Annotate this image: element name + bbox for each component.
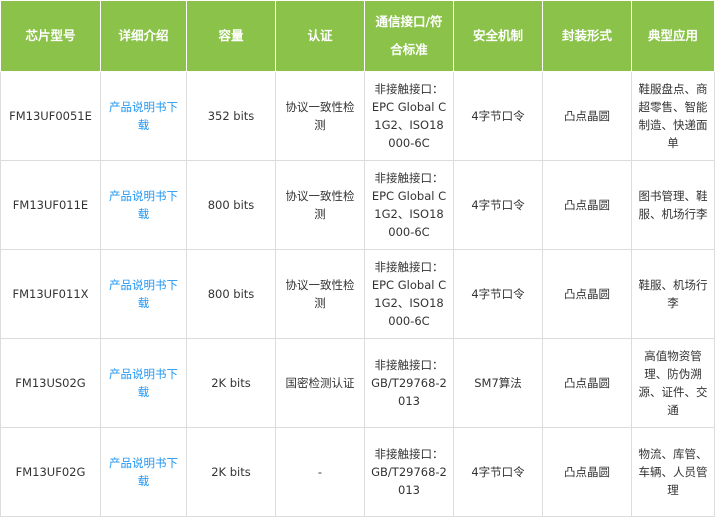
cell-security: 4字节口令 [453, 249, 543, 339]
cell-model: FM13UF0051E [0, 71, 101, 161]
header-application: 典型应用 [631, 0, 715, 72]
table-body: FM13UF0051E 产品说明书下载 352 bits 协议一致性检测 非接触… [0, 71, 715, 517]
cell-interface: 非接触接口：GB/T29768-2013 [364, 338, 454, 428]
chip-spec-table: 芯片型号 详细介绍 容量 认证 通信接口/符合标准 安全机制 封装形式 典型应用… [0, 0, 715, 517]
datasheet-download-link[interactable]: 产品说明书下载 [109, 278, 178, 310]
cell-application: 图书管理、鞋服、机场行李 [631, 160, 715, 250]
cell-model: FM13US02G [0, 338, 101, 428]
cell-interface: 非接触接口：EPC Global C1G2、ISO18000-6C [364, 249, 454, 339]
header-details: 详细介绍 [100, 0, 187, 72]
cell-intro: 产品说明书下载 [100, 71, 187, 161]
header-capacity: 容量 [186, 0, 276, 72]
table-row: FM13UF02G 产品说明书下载 2K bits - 非接触接口：GB/T29… [0, 427, 715, 517]
cell-package: 凸点晶圆 [542, 249, 632, 339]
cell-capacity: 2K bits [186, 338, 276, 428]
cell-application: 物流、库管、车辆、人员管理 [631, 427, 715, 517]
cell-capacity: 800 bits [186, 249, 276, 339]
cell-security: 4字节口令 [453, 71, 543, 161]
cell-security: 4字节口令 [453, 160, 543, 250]
header-certification: 认证 [275, 0, 365, 72]
datasheet-download-link[interactable]: 产品说明书下载 [109, 456, 178, 488]
cell-certification: 国密检测认证 [275, 338, 365, 428]
table-row: FM13UF0051E 产品说明书下载 352 bits 协议一致性检测 非接触… [0, 71, 715, 161]
cell-model: FM13UF02G [0, 427, 101, 517]
header-package: 封装形式 [542, 0, 632, 72]
cell-intro: 产品说明书下载 [100, 427, 187, 517]
cell-intro: 产品说明书下载 [100, 249, 187, 339]
cell-capacity: 352 bits [186, 71, 276, 161]
cell-package: 凸点晶圆 [542, 71, 632, 161]
header-chip-model: 芯片型号 [0, 0, 101, 72]
datasheet-download-link[interactable]: 产品说明书下载 [109, 189, 178, 221]
cell-application: 高值物资管理、防伪溯源、证件、交通 [631, 338, 715, 428]
header-security: 安全机制 [453, 0, 543, 72]
cell-interface: 非接触接口：EPC Global C1G2、ISO18000-6C [364, 160, 454, 250]
cell-package: 凸点晶圆 [542, 427, 632, 517]
cell-intro: 产品说明书下载 [100, 338, 187, 428]
cell-package: 凸点晶圆 [542, 338, 632, 428]
cell-capacity: 800 bits [186, 160, 276, 250]
cell-application: 鞋服、机场行李 [631, 249, 715, 339]
table-row: FM13UF011E 产品说明书下载 800 bits 协议一致性检测 非接触接… [0, 160, 715, 250]
cell-package: 凸点晶圆 [542, 160, 632, 250]
cell-intro: 产品说明书下载 [100, 160, 187, 250]
cell-interface: 非接触接口：EPC Global C1G2、ISO18000-6C [364, 71, 454, 161]
cell-capacity: 2K bits [186, 427, 276, 517]
table-row: FM13UF011X 产品说明书下载 800 bits 协议一致性检测 非接触接… [0, 249, 715, 339]
table-header: 芯片型号 详细介绍 容量 认证 通信接口/符合标准 安全机制 封装形式 典型应用 [0, 0, 715, 72]
cell-interface: 非接触接口：GB/T29768-2013 [364, 427, 454, 517]
cell-security: SM7算法 [453, 338, 543, 428]
cell-security: 4字节口令 [453, 427, 543, 517]
cell-model: FM13UF011E [0, 160, 101, 250]
datasheet-download-link[interactable]: 产品说明书下载 [109, 367, 178, 399]
table-row: FM13US02G 产品说明书下载 2K bits 国密检测认证 非接触接口：G… [0, 338, 715, 428]
cell-model: FM13UF011X [0, 249, 101, 339]
header-row: 芯片型号 详细介绍 容量 认证 通信接口/符合标准 安全机制 封装形式 典型应用 [0, 0, 715, 72]
cell-certification: - [275, 427, 365, 517]
cell-certification: 协议一致性检测 [275, 71, 365, 161]
header-interface: 通信接口/符合标准 [364, 0, 454, 72]
cell-application: 鞋服盘点、商超零售、智能制造、快递面单 [631, 71, 715, 161]
cell-certification: 协议一致性检测 [275, 160, 365, 250]
datasheet-download-link[interactable]: 产品说明书下载 [109, 100, 178, 132]
cell-certification: 协议一致性检测 [275, 249, 365, 339]
